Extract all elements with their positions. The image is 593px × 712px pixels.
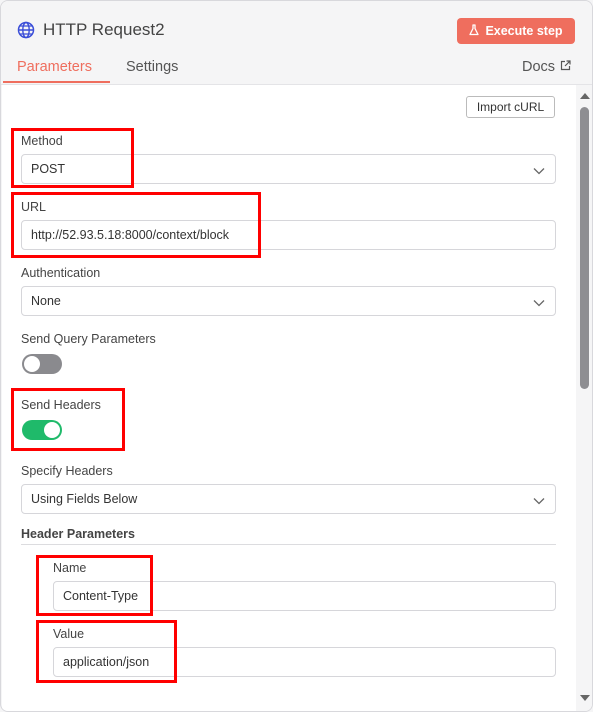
header-value-value: application/json <box>63 655 150 669</box>
url-input[interactable]: http://52.93.5.18:8000/context/block <box>21 220 556 250</box>
authentication-label: Authentication <box>21 266 101 280</box>
url-label: URL <box>21 200 47 214</box>
section-divider <box>21 544 556 545</box>
title-row: HTTP Request2 <box>17 17 165 43</box>
send-query-label: Send Query Parameters <box>21 332 156 346</box>
docs-label: Docs <box>522 59 556 75</box>
scrollbar[interactable] <box>576 85 592 711</box>
execute-step-button[interactable]: Execute step <box>457 18 575 44</box>
tab-parameters[interactable]: Parameters <box>17 59 92 75</box>
authentication-select[interactable]: None <box>21 286 556 316</box>
active-tab-indicator <box>3 81 110 83</box>
specify-headers-value: Using Fields Below <box>31 492 138 506</box>
method-select[interactable]: POST <box>21 154 556 184</box>
send-headers-toggle[interactable] <box>22 420 62 440</box>
toggle-knob <box>44 422 60 438</box>
chevron-down-icon <box>533 164 545 178</box>
import-curl-button[interactable]: Import cURL <box>466 96 555 118</box>
chevron-down-icon <box>533 494 545 508</box>
chevron-down-icon <box>533 296 545 310</box>
specify-headers-select[interactable]: Using Fields Below <box>21 484 556 514</box>
toggle-knob <box>24 356 40 372</box>
method-label: Method <box>21 134 63 148</box>
send-query-toggle[interactable] <box>22 354 62 374</box>
node-panel: HTTP Request2 Execute step Parameters Se… <box>0 0 593 712</box>
url-value: http://52.93.5.18:8000/context/block <box>31 228 230 242</box>
method-value: POST <box>31 162 66 176</box>
node-title[interactable]: HTTP Request2 <box>43 20 165 40</box>
scroll-down-arrow[interactable] <box>580 695 590 701</box>
scroll-up-arrow[interactable] <box>580 93 590 99</box>
send-headers-label: Send Headers <box>21 398 101 412</box>
tab-bar: Parameters Settings Docs <box>1 57 592 85</box>
header-name-input[interactable]: Content-Type <box>53 581 556 611</box>
header-name-value: Content-Type <box>63 589 139 603</box>
specify-headers-label: Specify Headers <box>21 464 113 478</box>
header-value-input[interactable]: application/json <box>53 647 556 677</box>
tab-settings[interactable]: Settings <box>126 59 178 75</box>
globe-icon <box>17 21 35 39</box>
panel-header: HTTP Request2 Execute step Parameters Se… <box>1 1 592 85</box>
authentication-value: None <box>31 294 61 308</box>
header-value-label: Value <box>53 627 85 641</box>
scrollbar-thumb[interactable] <box>580 107 589 389</box>
external-link-icon <box>560 59 571 75</box>
docs-link[interactable]: Docs <box>522 59 571 75</box>
header-parameters-title: Header Parameters <box>21 527 135 541</box>
execute-step-label: Execute step <box>485 24 563 38</box>
header-name-label: Name <box>53 561 87 575</box>
flask-icon <box>469 23 480 39</box>
